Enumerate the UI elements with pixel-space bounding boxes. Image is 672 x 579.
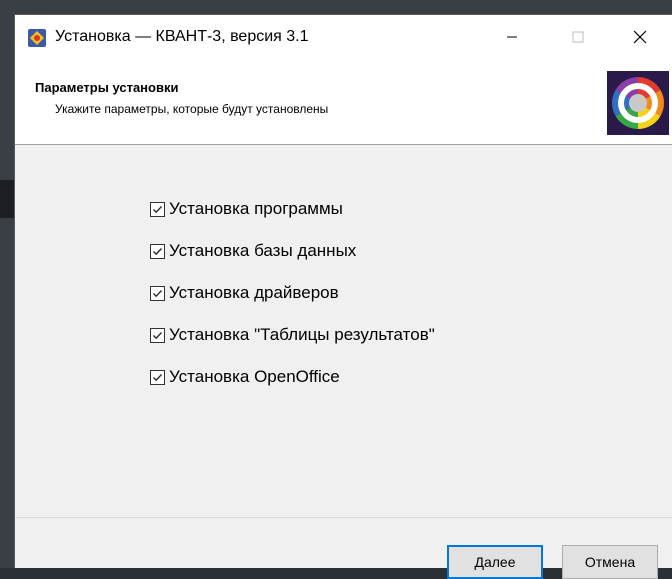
- option-install-program[interactable]: Установка программы: [150, 197, 343, 221]
- checkbox-database[interactable]: [150, 243, 165, 259]
- desktop-background-top: [0, 0, 672, 14]
- page-subtitle: Укажите параметры, которые будут установ…: [55, 102, 329, 116]
- minimize-button[interactable]: [489, 15, 535, 59]
- title-bar[interactable]: Установка — КВАНТ-3, версия 3.1: [15, 15, 672, 59]
- kvant-logo-icon: [607, 71, 669, 135]
- wizard-header: Параметры установки Укажите параметры, к…: [15, 59, 672, 145]
- checkbox-program[interactable]: [150, 201, 165, 217]
- checkmark-icon: [153, 373, 162, 381]
- option-install-database[interactable]: Установка базы данных: [150, 239, 356, 263]
- option-install-drivers[interactable]: Установка драйверов: [150, 281, 339, 305]
- maximize-button[interactable]: [555, 15, 601, 59]
- checkbox-results-table[interactable]: [150, 327, 165, 343]
- checkmark-icon: [153, 247, 162, 255]
- close-icon: [633, 30, 647, 44]
- option-label: Установка драйверов: [169, 283, 339, 302]
- checkmark-icon: [153, 205, 162, 213]
- option-install-results-table[interactable]: Установка "Таблицы результатов": [150, 323, 435, 347]
- option-label: Установка "Таблицы результатов": [169, 325, 435, 344]
- installer-app-icon: [28, 29, 46, 47]
- checkbox-drivers[interactable]: [150, 285, 165, 301]
- page-title: Параметры установки: [35, 80, 179, 95]
- footer-divider: [15, 517, 672, 518]
- checkmark-icon: [153, 331, 162, 339]
- option-label: Установка базы данных: [169, 241, 357, 260]
- installer-window: Установка — КВАНТ-3, версия 3.1 Параметр…: [14, 14, 672, 579]
- desktop-taskbar-fragment: [0, 180, 14, 218]
- option-install-openoffice[interactable]: Установка OpenOffice: [150, 365, 340, 389]
- checkbox-openoffice[interactable]: [150, 369, 165, 385]
- checkmark-icon: [153, 289, 162, 297]
- desktop-background-left: [0, 0, 14, 568]
- next-button[interactable]: Далее: [447, 545, 543, 579]
- window-title: Установка — КВАНТ-3, версия 3.1: [55, 28, 309, 45]
- close-button[interactable]: [617, 15, 663, 59]
- cancel-button[interactable]: Отмена: [562, 545, 658, 579]
- minimize-icon: [507, 36, 517, 38]
- maximize-icon: [572, 31, 584, 43]
- option-label: Установка OpenOffice: [169, 367, 340, 386]
- option-label: Установка программы: [169, 199, 343, 218]
